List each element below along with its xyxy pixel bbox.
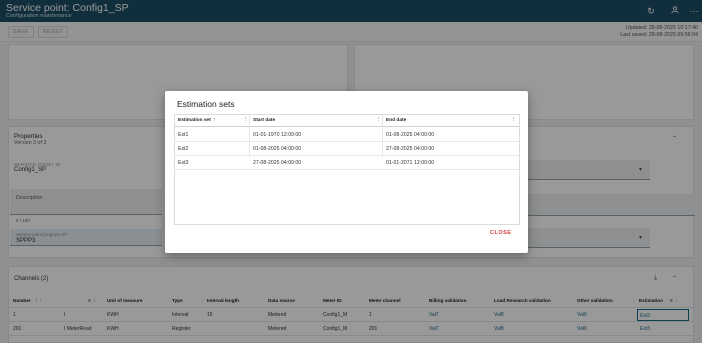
arrow-up-icon[interactable]: ↑ <box>213 117 216 123</box>
cell-start: 27-08-2025 04:00:00 <box>253 160 302 166</box>
close-button[interactable]: CLOSE <box>490 230 511 236</box>
estimation-sets-dialog: Estimation sets Estimation set ↑ ⋮ Start… <box>165 91 528 253</box>
col-end-date[interactable]: End date <box>386 118 406 123</box>
more-vertical-icon[interactable]: ⋮ <box>511 117 517 123</box>
estimation-grid: Estimation set ↑ ⋮ Start date ⋮ End date… <box>174 114 520 225</box>
cell-set: Est3 <box>178 160 189 166</box>
grid-header: Estimation set ↑ ⋮ Start date ⋮ End date… <box>175 115 519 127</box>
dialog-title: Estimation sets <box>177 99 235 109</box>
col-start-date[interactable]: Start date <box>253 118 275 123</box>
table-row[interactable]: Est1 01-01-1970 12:00:00 01-08-2025 04:0… <box>175 128 519 142</box>
cell-start: 01-01-1970 12:00:00 <box>253 132 302 138</box>
cell-set: Est1 <box>178 132 189 138</box>
more-vertical-icon[interactable]: ⋮ <box>376 117 382 123</box>
cell-end: 27-08-2025 04:00:00 <box>386 146 435 152</box>
cell-end: 01-08-2025 04:00:00 <box>386 132 435 138</box>
table-row[interactable]: Est2 01-08-2025 04:00:00 27-08-2025 04:0… <box>175 142 519 156</box>
cell-end: 01-01-2071 12:00:00 <box>386 160 435 166</box>
col-estimation-set[interactable]: Estimation set <box>178 118 211 123</box>
more-vertical-icon[interactable]: ⋮ <box>243 117 249 123</box>
cell-start: 01-08-2025 04:00:00 <box>253 146 302 152</box>
table-row[interactable]: Est3 27-08-2025 04:00:00 01-01-2071 12:0… <box>175 156 519 170</box>
cell-set: Est2 <box>178 146 189 152</box>
